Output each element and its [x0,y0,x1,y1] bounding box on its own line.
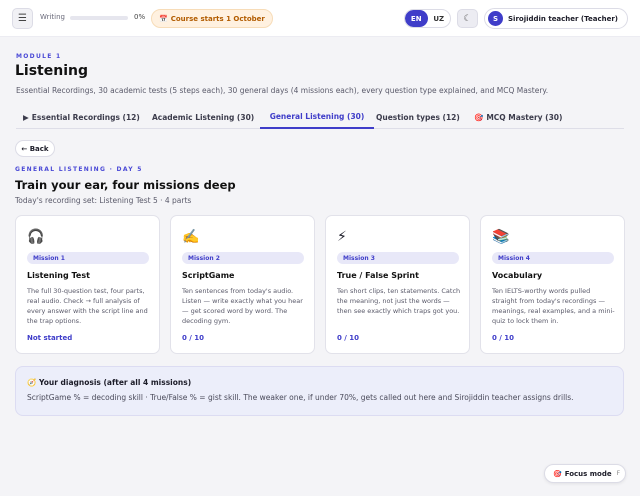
mission-description: Ten IELTS-worthy words pulled straight f… [492,287,615,325]
tab-mcq-mastery[interactable]: 🎯 MCQ Mastery (30) [474,106,562,129]
tab-academic-listening[interactable]: Academic Listening (30) [152,106,254,129]
mission-description: The full 30-question test, four parts, r… [27,287,148,325]
module-subtitle: Essential Recordings, 30 academic tests … [16,86,549,95]
day-label: GENERAL LISTENING · DAY 5 [15,166,143,173]
user-name: Sirojiddin teacher (Teacher) [508,14,618,23]
tab-question-types[interactable]: Question types (12) [376,106,460,129]
day-title: Train your ear, four missions deep [15,178,236,192]
mission-title: True / False Sprint [337,271,419,280]
module-label: MODULE 1 [16,53,62,60]
moon-icon: ☾ [463,13,472,24]
course-start-badge: 📅 Course starts 1 October [151,9,273,28]
books-icon: 📚 [492,229,510,245]
tab-label: General Listening (30) [269,112,365,121]
mission-badge: Mission 3 [337,252,459,264]
mission-title: ScriptGame [182,271,235,280]
module-tabs: ▶ Essential Recordings (12) Academic Lis… [16,106,624,129]
page-title: Listening [15,63,88,79]
mission-card-true-false-sprint[interactable]: ⚡ Mission 3 True / False Sprint Ten shor… [325,215,470,354]
menu-button[interactable]: ☰ [12,8,33,29]
focus-mode-shortcut: F [616,470,621,477]
theme-toggle-button[interactable]: ☾ [457,9,478,28]
mission-description: Ten sentences from today's audio. Listen… [182,287,303,325]
mission-badge: Mission 4 [492,252,614,264]
mission-card-scriptgame[interactable]: ✍️ Mission 2 ScriptGame Ten sentences fr… [170,215,315,354]
headphones-icon: 🎧 [27,229,45,245]
writing-progress-percent: 0% [134,13,146,21]
tab-essential-recordings[interactable]: ▶ Essential Recordings (12) [23,106,140,129]
mission-status: 0 / 10 [337,334,360,342]
mission-status: Not started [27,334,73,342]
user-menu[interactable]: S Sirojiddin teacher (Teacher) [484,8,628,29]
target-icon: 🎯 [474,113,484,122]
tab-general-listening[interactable]: General Listening (30) [260,106,374,129]
mission-card-vocabulary[interactable]: 📚 Mission 4 Vocabulary Ten IELTS-worthy … [480,215,625,354]
target-icon: 🎯 [553,469,562,478]
mission-description: Ten short clips, ten statements. Catch t… [337,287,461,315]
focus-mode-button[interactable]: 🎯 Focus mode F [544,464,626,483]
language-en-button[interactable]: EN [405,10,428,27]
tab-label: Essential Recordings (12) [31,113,140,122]
language-uz-button[interactable]: UZ [428,10,451,27]
diagnosis-panel: 🧭 Your diagnosis (after all 4 missions) … [15,366,624,416]
top-bar: ☰ Writing 0% 📅 Course starts 1 October E… [0,0,640,37]
mission-badge: Mission 1 [27,252,149,264]
back-button[interactable]: ← Back [15,140,55,157]
hamburger-icon: ☰ [18,13,27,24]
mission-badge: Mission 2 [182,252,304,264]
lightning-icon: ⚡ [337,229,347,245]
mission-status: 0 / 10 [182,334,205,342]
tab-label: Academic Listening (30) [152,113,255,122]
recording-set-info: Today's recording set: Listening Test 5 … [15,196,192,205]
mission-card-listening-test[interactable]: 🎧 Mission 1 Listening Test The full 30-q… [15,215,160,354]
tab-label: Question types (12) [376,113,460,122]
mission-title: Vocabulary [492,271,543,280]
mission-status: 0 / 10 [492,334,515,342]
diagnosis-title-text: Your diagnosis (after all 4 missions) [38,378,192,387]
diagnosis-text: ScriptGame % = decoding skill · True/Fal… [27,393,574,402]
play-icon: ▶ [23,113,29,122]
course-start-text: Course starts 1 October [170,14,265,23]
diagnosis-title: 🧭 Your diagnosis (after all 4 missions) [27,378,191,387]
focus-mode-label: Focus mode [564,469,612,478]
avatar: S [488,11,503,26]
mission-title: Listening Test [27,271,90,280]
calendar-icon: 📅 [159,14,168,23]
writing-progress-label: Writing [40,13,65,21]
compass-icon: 🧭 [27,378,37,387]
writing-hand-icon: ✍️ [182,229,200,245]
language-toggle: EN UZ [404,9,451,28]
tab-label: MCQ Mastery (30) [486,113,563,122]
writing-progress-bar [70,16,128,20]
